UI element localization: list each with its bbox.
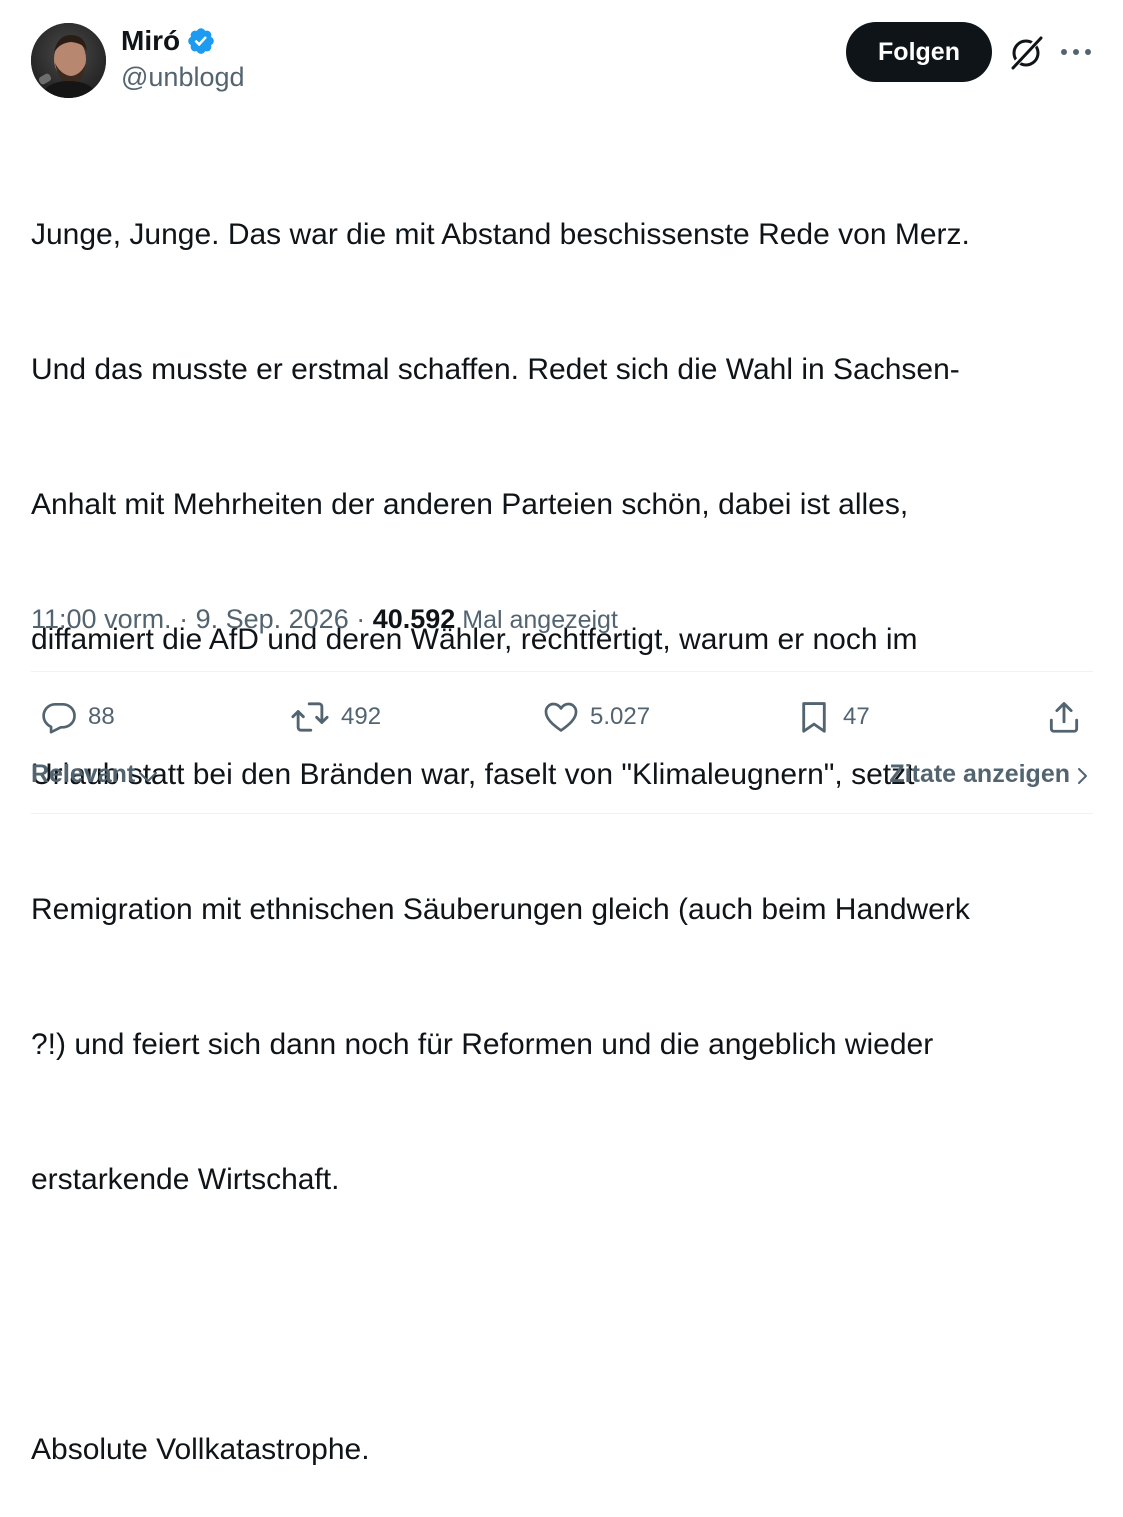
avatar-image	[31, 23, 106, 98]
reply-icon	[42, 702, 76, 734]
tweet-line: Remigration mit ethnischen Säuberungen g…	[31, 893, 970, 926]
view-count-label: Mal angezeigt	[455, 606, 618, 634]
meta-separator: ·	[171, 604, 196, 634]
meta-separator: ·	[348, 604, 373, 634]
share-icon	[1049, 702, 1079, 733]
tweet-date[interactable]: 9. Sep. 2026	[196, 604, 349, 634]
author-name[interactable]: Miró	[121, 25, 180, 57]
like-button[interactable]: 5.027	[542, 694, 650, 740]
tweet-line: Junge, Junge. Das war die mit Abstand be…	[31, 218, 970, 251]
author-handle[interactable]: @unblogd	[121, 62, 245, 93]
grok-icon[interactable]	[1006, 33, 1046, 73]
view-count: 40.592	[372, 604, 456, 634]
divider	[31, 813, 1093, 814]
chevron-right-icon	[1078, 768, 1087, 784]
verified-badge-icon[interactable]	[186, 26, 216, 56]
tweet-meta: 11:00 vorm. · 9. Sep. 2026 · 40.592 Mal …	[31, 604, 618, 635]
reply-count: 88	[88, 703, 115, 730]
reply-button[interactable]: 88	[40, 694, 115, 740]
heart-icon	[544, 702, 578, 732]
share-button[interactable]	[1045, 694, 1083, 740]
repost-count: 492	[341, 703, 382, 730]
repost-icon	[291, 702, 329, 732]
divider	[31, 671, 1093, 672]
quotes-label: Zitate anzeigen	[889, 760, 1070, 788]
like-count: 5.027	[590, 703, 651, 730]
avatar[interactable]	[31, 23, 106, 98]
tweet-line: Und das musste er erstmal schaffen. Rede…	[31, 353, 960, 386]
sort-label: Relevant	[31, 760, 136, 788]
tweet-text: Junge, Junge. Das war die mit Abstand be…	[31, 122, 1091, 1517]
show-quotes-link[interactable]: Zitate anzeigen	[889, 760, 1090, 789]
tweet-line: erstarkende Wirtschaft.	[31, 1163, 340, 1196]
tweet-time[interactable]: 11:00 vorm.	[31, 604, 172, 634]
sort-dropdown[interactable]: Relevant	[31, 760, 159, 789]
tweet-line: ?!) und feiert sich dann noch für Reform…	[31, 1028, 934, 1061]
tweet-closing-line: Absolute Vollkatastrophe.	[31, 1433, 370, 1466]
bookmark-count: 47	[843, 703, 870, 730]
bookmark-button[interactable]: 47	[795, 694, 870, 740]
follow-button[interactable]: Folgen	[846, 22, 992, 82]
tweet-line: Anhalt mit Mehrheiten der anderen Partei…	[31, 488, 909, 521]
author-name-row[interactable]: Miró	[121, 24, 216, 58]
repost-button[interactable]: 492	[289, 694, 381, 740]
more-options-icon[interactable]	[1058, 38, 1094, 66]
bookmark-icon	[802, 702, 826, 733]
chevron-down-icon	[139, 771, 158, 782]
